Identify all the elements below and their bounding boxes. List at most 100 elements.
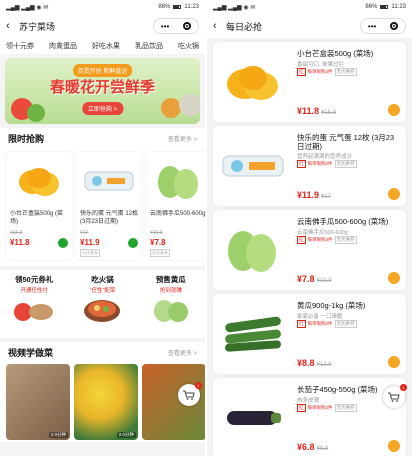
original-price: ¥9.8 bbox=[316, 446, 329, 452]
product-tags: 红 每单限购2件 无优惠券 bbox=[297, 320, 357, 328]
add-to-cart-icon[interactable] bbox=[388, 188, 400, 200]
category-item[interactable]: 肉禽蛋品 bbox=[49, 41, 77, 51]
back-icon[interactable]: ‹ bbox=[6, 20, 14, 32]
promo-vegetables-image bbox=[14, 303, 54, 321]
flash-sale-more-link[interactable]: 查看更多 > bbox=[168, 134, 197, 143]
product-card[interactable]: 快乐的蛋 元气蛋 12枚 (3月23日过期) ¥17 ¥11.9 无优惠券 bbox=[76, 152, 142, 260]
flash-sale-title: 限时抢购 bbox=[8, 133, 45, 144]
product-description: 云南佛手瓜500-600g bbox=[297, 230, 348, 236]
floating-cart-button[interactable]: 1 bbox=[383, 384, 407, 408]
close-mini-program-icon[interactable] bbox=[183, 22, 192, 30]
add-to-cart-icon[interactable] bbox=[388, 272, 400, 284]
egg-box-image bbox=[219, 132, 287, 200]
hotpot-promo[interactable]: 吃火锅 “任性”配菜 bbox=[68, 270, 136, 338]
coupon-promo[interactable]: 领50元券礼 开通任性付 bbox=[0, 270, 68, 338]
more-menu-icon[interactable]: ••• bbox=[368, 22, 376, 31]
category-item[interactable]: 领十元券 bbox=[6, 41, 34, 51]
title-bar: ‹ 每日必抢 ••• bbox=[207, 14, 412, 38]
add-to-cart-icon[interactable] bbox=[388, 356, 400, 368]
cucumber-presale-promo[interactable]: 预售黄瓜 抢到就赚 bbox=[137, 270, 205, 338]
add-to-cart-icon[interactable] bbox=[388, 440, 400, 452]
product-name: 快乐的蛋 元气蛋 12枚 (3月23日过期) bbox=[80, 211, 138, 225]
close-mini-program-icon[interactable] bbox=[390, 22, 399, 30]
sale-price: ¥11.9 bbox=[80, 238, 100, 247]
deal-item[interactable]: 长茄子450g-550g (菜场) 肉多皮薄 红 每单限购2件 无优惠券 ¥6.… bbox=[213, 378, 406, 456]
product-name: 快乐的蛋 元气蛋 12枚 (3月23日过期) bbox=[297, 133, 395, 151]
status-bar: ▂▄▆ ▂▄▆ ◉ ✉ 86% 11:23 bbox=[207, 0, 412, 14]
melon-image bbox=[153, 300, 188, 322]
mango-image bbox=[219, 48, 287, 116]
deal-item[interactable]: 云南佛手瓜500-600g (菜场) 云南佛手瓜500-600g 红 每单限购2… bbox=[213, 210, 406, 290]
original-price: ¥17 bbox=[321, 194, 332, 200]
deal-item[interactable]: 小台芒盒装500g (菜场) 香甜可口, 单果过巨 红 每单限购2件 无优惠券 … bbox=[213, 42, 406, 122]
product-description: 香甜可口, 单果过巨 bbox=[297, 62, 345, 68]
promo-tag: 红 bbox=[297, 68, 306, 76]
original-price: ¥17 bbox=[80, 230, 89, 236]
video-thumbnail[interactable]: 2.0分钟 bbox=[6, 364, 70, 440]
promo-subtitle: 抢到就赚 bbox=[159, 288, 182, 294]
product-card[interactable]: 小台芒盒装500g (菜场) ¥15.8 ¥11.8 bbox=[6, 152, 72, 260]
cart-badge: 1 bbox=[400, 384, 407, 391]
coupon-tag: 无优惠券 bbox=[334, 160, 357, 168]
video-section-title: 视频学做菜 bbox=[8, 347, 54, 358]
original-price: ¥10.9 bbox=[316, 278, 332, 284]
mini-program-capsule: ••• bbox=[153, 18, 199, 34]
price-row: ¥7.8 ¥10.9 bbox=[297, 274, 332, 284]
more-menu-icon[interactable]: ••• bbox=[161, 22, 169, 31]
video-more-link[interactable]: 查看更多 > bbox=[168, 348, 197, 357]
category-item[interactable]: 好吃水果 bbox=[92, 41, 120, 51]
mango-image bbox=[11, 156, 67, 206]
product-card[interactable]: 云南佛手瓜500-600g ¥10.9 ¥7.8 无优惠券 bbox=[146, 152, 205, 260]
promo-subtitle: 开通任性付 bbox=[20, 288, 48, 294]
product-name: 小台芒盒装500g (菜场) bbox=[297, 49, 374, 58]
mini-program-capsule: ••• bbox=[360, 18, 406, 34]
coupon-tag: 无优惠券 bbox=[334, 236, 357, 244]
sale-price: ¥7.8 bbox=[297, 274, 315, 284]
eggplant-image bbox=[219, 384, 287, 452]
product-tags: 红 每单限购2件 无优惠券 bbox=[297, 68, 357, 76]
add-to-cart-icon[interactable] bbox=[128, 238, 138, 248]
deal-list: 小台芒盒装500g (菜场) 香甜可口, 单果过巨 红 每单限购2件 无优惠券 … bbox=[207, 38, 412, 456]
original-price: ¥15.8 bbox=[10, 230, 23, 236]
floating-cart-button[interactable]: 1 bbox=[178, 382, 202, 406]
fruit-illustration bbox=[161, 98, 181, 118]
vegetable-illustration bbox=[27, 104, 45, 122]
banner-buy-button[interactable]: 立即抢购 > bbox=[81, 102, 124, 115]
sale-price: ¥11.9 bbox=[297, 190, 320, 200]
status-bar: ▂▄▆ ▂▄▆ ◉ ✉ 86% 11:23 bbox=[0, 0, 205, 14]
promo-tag: 红 bbox=[297, 160, 306, 168]
price-row: ¥8.8 ¥12.8 bbox=[297, 358, 332, 368]
video-thumbnail[interactable]: 2.0分钟 bbox=[74, 364, 138, 440]
back-icon[interactable]: ‹ bbox=[213, 20, 221, 32]
limit-tag: 每单限购2件 bbox=[307, 405, 333, 410]
price-row: ¥6.8 ¥9.8 bbox=[297, 442, 328, 452]
add-to-cart-icon[interactable] bbox=[58, 238, 68, 248]
original-price: ¥15.8 bbox=[321, 110, 337, 116]
battery-icon bbox=[380, 5, 389, 9]
video-list: 2.0分钟 2.0分钟 bbox=[0, 362, 205, 442]
battery-icon bbox=[173, 5, 182, 9]
limit-tag: 每单限购2件 bbox=[307, 69, 333, 74]
product-name: 云南佛手瓜500-600g (菜场) bbox=[297, 217, 389, 226]
daily-deals-screen: ▂▄▆ ▂▄▆ ◉ ✉ 86% 11:23 ‹ 每日必抢 ••• 小台芒盒装50… bbox=[207, 0, 412, 456]
signal-indicators: ▂▄▆ ▂▄▆ ◉ ✉ bbox=[6, 4, 49, 11]
promo-banner[interactable]: 百货开抢 新鲜直达 春暖花开尝鲜季 立即抢购 > bbox=[5, 58, 200, 124]
promo-row: 领50元券礼 开通任性付 吃火锅 “任性”配菜 预售黄瓜 抢到就赚 bbox=[0, 270, 205, 338]
category-item[interactable]: 吃火锅 bbox=[178, 41, 199, 51]
promo-subtitle: “任性”配菜 bbox=[89, 288, 116, 294]
chayote-image bbox=[151, 156, 205, 206]
deal-item[interactable]: 快乐的蛋 元气蛋 12枚 (3月23日过期) 营养起满满的营养成分 红 每单限购… bbox=[213, 126, 406, 206]
video-duration: 2.0分钟 bbox=[116, 432, 136, 438]
promo-title: 领50元券礼 bbox=[14, 275, 54, 284]
add-to-cart-icon[interactable] bbox=[388, 104, 400, 116]
category-item[interactable]: 乳品饮品 bbox=[135, 41, 163, 51]
limit-tag: 每单限购2件 bbox=[307, 321, 333, 326]
price-row: ¥11.8 ¥15.8 bbox=[297, 106, 336, 116]
deal-item[interactable]: 黄瓜900g-1kg (菜场) 家家必备 一口清脆 红 每单限购2件 无优惠券 … bbox=[213, 294, 406, 374]
promo-title: 吃火锅 bbox=[91, 275, 114, 284]
sale-price: ¥6.8 bbox=[297, 442, 315, 452]
product-tags: 红 每单限购2件 无优惠券 bbox=[297, 160, 357, 168]
video-recipes-section: 视频学做菜 查看更多 > 2.0分钟 2.0分钟 bbox=[0, 342, 205, 442]
product-tags: 红 每单限购2件 无优惠券 bbox=[297, 236, 357, 244]
product-description: 家家必备 一口清脆 bbox=[297, 314, 343, 320]
